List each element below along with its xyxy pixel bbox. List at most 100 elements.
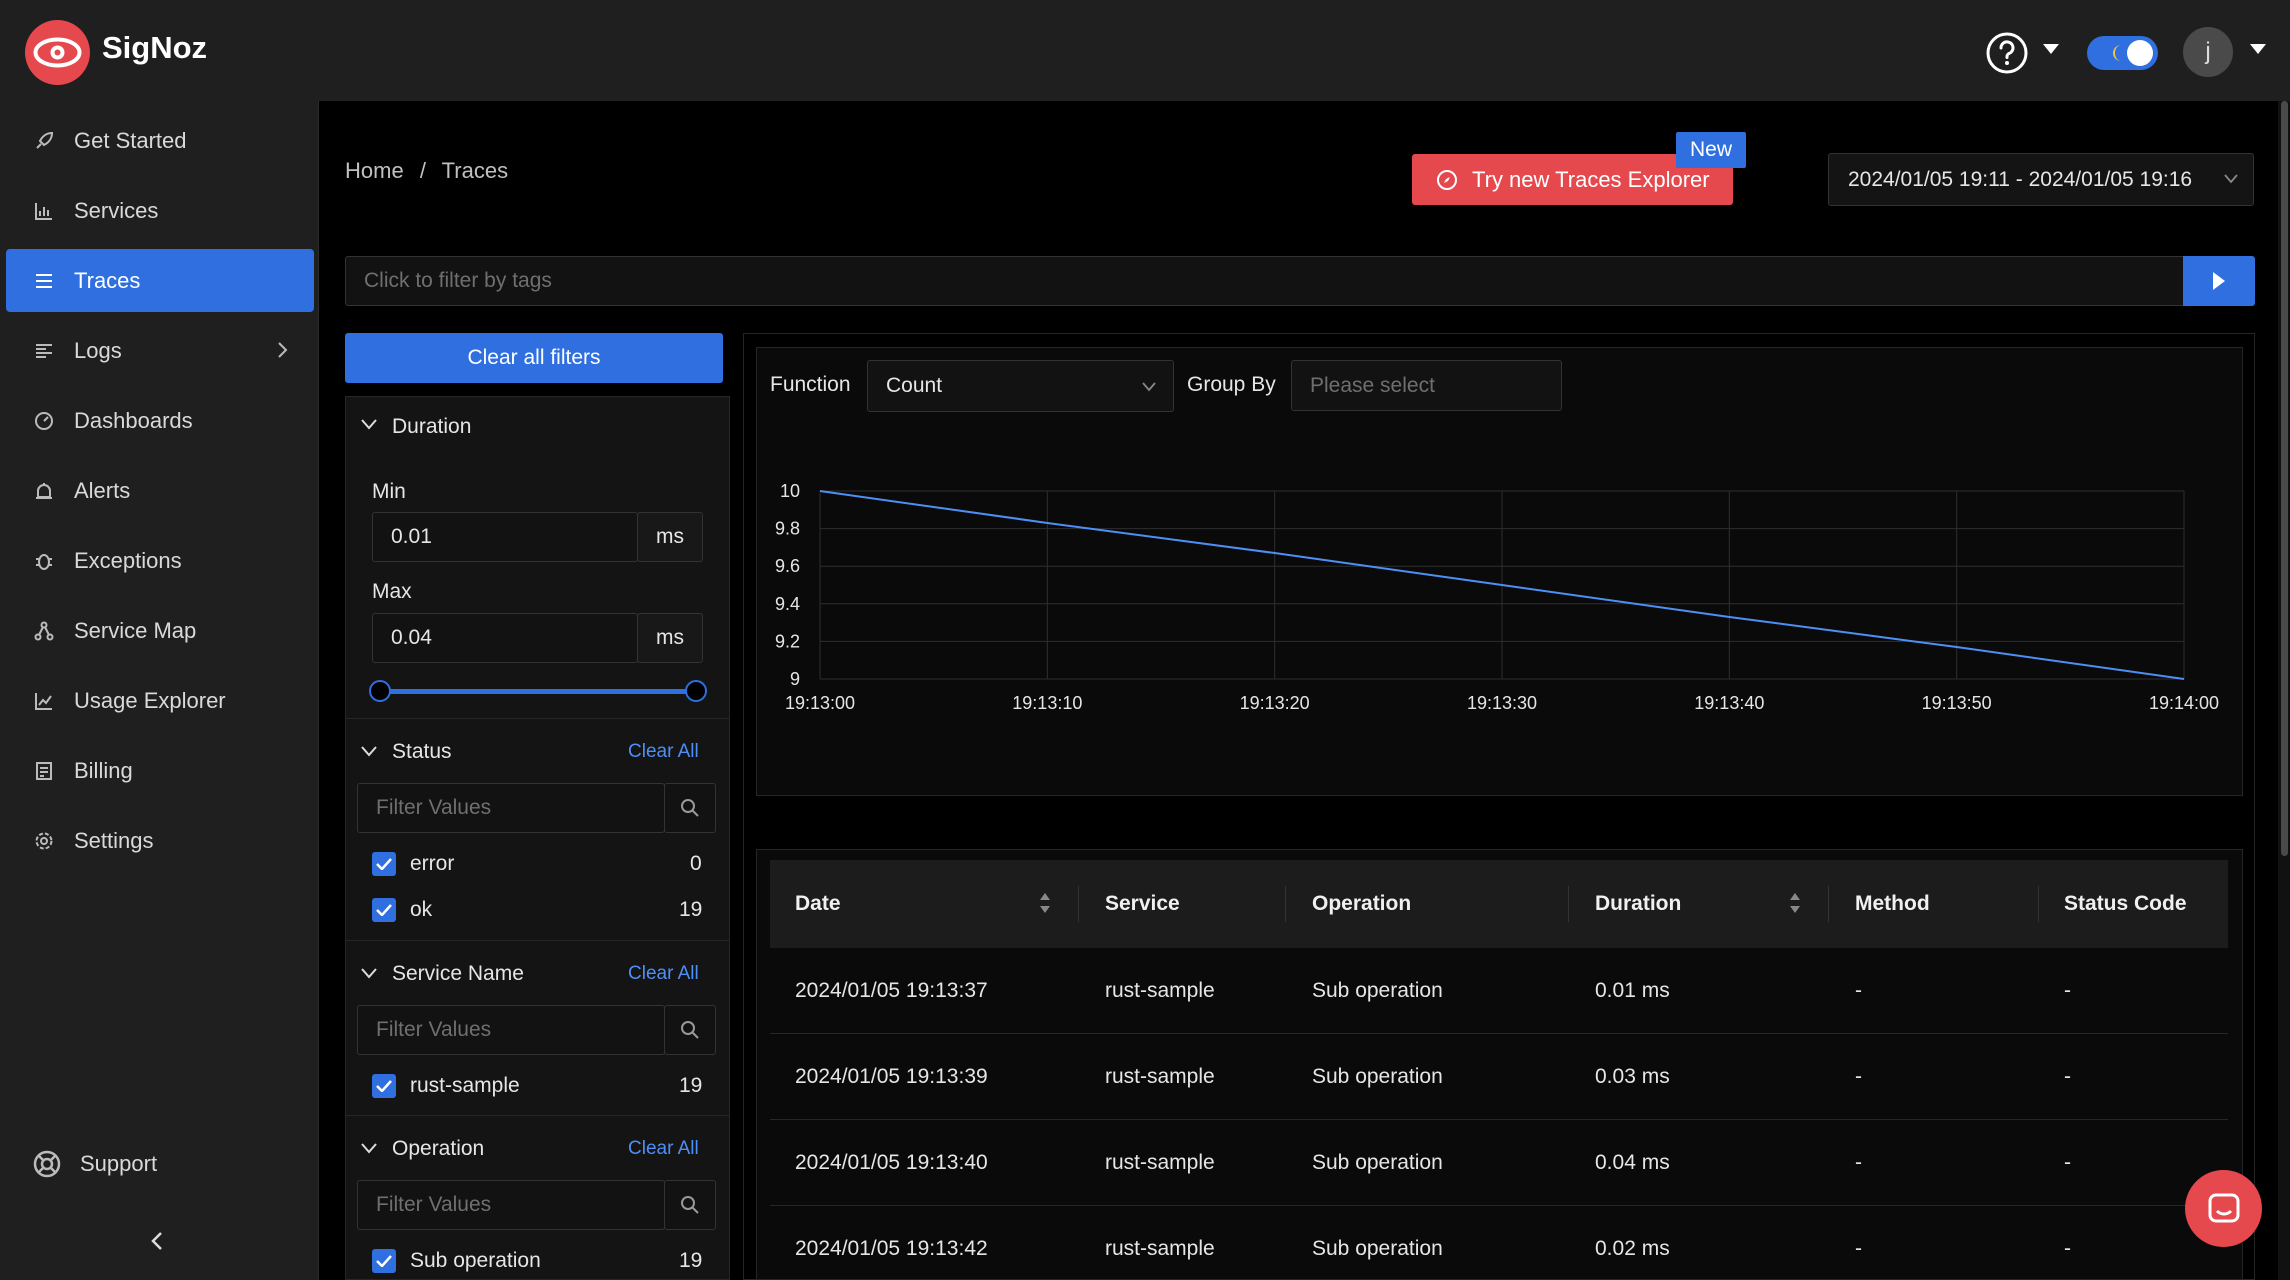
operation-filter-placeholder: Filter Values	[376, 1193, 492, 1216]
help-icon[interactable]	[1986, 32, 2028, 74]
status-clear-all-link[interactable]: Clear All	[628, 741, 699, 763]
chart-x-tick-label: 19:13:40	[1694, 693, 1764, 713]
clear-all-filters-button[interactable]: Clear all filters	[345, 333, 723, 383]
cell-status-code: -	[2064, 979, 2071, 1002]
duration-title[interactable]: Duration	[392, 415, 471, 439]
toggle-knob	[2127, 40, 2153, 66]
sidebar-item-billing[interactable]: Billing	[6, 739, 314, 802]
operation-title[interactable]: Operation	[392, 1137, 484, 1161]
column-divider	[1568, 886, 1569, 922]
help-chevron-down-icon[interactable]	[2043, 44, 2059, 56]
duration-collapse-icon[interactable]	[360, 418, 378, 430]
scrollbar-thumb[interactable]	[2281, 101, 2288, 856]
sidebar-item-service-map[interactable]: Service Map	[6, 599, 314, 662]
user-chevron-down-icon[interactable]	[2250, 44, 2266, 56]
chart-y-tick-label: 9.8	[775, 519, 800, 539]
duration-slider-min-handle[interactable]	[369, 680, 391, 702]
sort-icon[interactable]	[1039, 892, 1051, 914]
user-avatar[interactable]: j	[2183, 27, 2233, 77]
trace-count-chart: 10 9.8 9.6 9.4 9.2 9 19:13:00 19:13:10 19:13:20 1…	[756, 460, 2243, 730]
new-badge: New	[1676, 132, 1746, 168]
support-button[interactable]: Support	[6, 1132, 314, 1195]
sidebar-item-label: Services	[74, 197, 159, 223]
cell-service: rust-sample	[1105, 1151, 1215, 1174]
line-chart-icon	[32, 689, 56, 713]
sidebar-item-label: Dashboards	[74, 407, 193, 433]
sidebar-item-label: Service Map	[74, 617, 197, 643]
status-ok-checkbox[interactable]	[372, 898, 396, 922]
sidebar-item-dashboards[interactable]: Dashboards	[6, 389, 314, 452]
service-name-collapse-icon[interactable]	[360, 967, 378, 979]
sidebar-item-usage-explorer[interactable]: Usage Explorer	[6, 669, 314, 732]
alarm-icon	[32, 479, 56, 503]
cell-duration: 0.04 ms	[1595, 1151, 1670, 1174]
service-name-title[interactable]: Service Name	[392, 962, 524, 986]
column-header-label: Service	[1105, 892, 1180, 915]
cell-duration: 0.02 ms	[1595, 1237, 1670, 1260]
status-title[interactable]: Status	[392, 740, 452, 764]
table-row[interactable]: 2024/01/05 19:13:37 rust-sample Sub oper…	[770, 948, 2228, 1034]
collapse-sidebar-icon[interactable]	[150, 1231, 164, 1251]
theme-toggle[interactable]	[2087, 36, 2158, 70]
service-rust-sample-count: 19	[679, 1074, 703, 1097]
sidebar-item-services[interactable]: Services	[6, 179, 314, 242]
sort-icon[interactable]	[1789, 892, 1801, 914]
operation-filter-input[interactable]: Filter Values	[357, 1180, 665, 1230]
service-name-search-button[interactable]	[664, 1005, 716, 1055]
chevron-down-icon	[2224, 174, 2238, 184]
service-name-clear-all-link[interactable]: Clear All	[628, 963, 699, 985]
dashboard-icon	[32, 409, 56, 433]
breadcrumb-home[interactable]: Home	[345, 158, 404, 183]
table-row[interactable]: 2024/01/05 19:13:39 rust-sample Sub oper…	[770, 1034, 2228, 1120]
status-search-button[interactable]	[664, 783, 716, 833]
cell-date: 2024/01/05 19:13:40	[795, 1151, 988, 1174]
tag-filter-placeholder: Click to filter by tags	[364, 269, 552, 292]
chat-support-button[interactable]	[2185, 1170, 2262, 1247]
sidebar-item-alerts[interactable]: Alerts	[6, 459, 314, 522]
duration-slider-max-handle[interactable]	[685, 680, 707, 702]
min-duration-input[interactable]: 0.01	[372, 512, 638, 562]
group-by-label: Group By	[1187, 373, 1276, 396]
service-rust-sample-checkbox[interactable]	[372, 1074, 396, 1098]
chart-y-tick-label: 9	[790, 669, 800, 689]
group-by-select[interactable]: Please select	[1291, 360, 1562, 411]
cell-service: rust-sample	[1105, 1237, 1215, 1260]
divider	[345, 1115, 730, 1116]
function-select[interactable]: Count	[867, 360, 1174, 412]
try-traces-explorer-label: Try new Traces Explorer	[1472, 166, 1710, 192]
table-row[interactable]: 2024/01/05 19:13:40 rust-sample Sub oper…	[770, 1120, 2228, 1206]
signoz-logo-icon[interactable]	[25, 20, 90, 85]
chat-icon	[2207, 1192, 2241, 1226]
rocket-icon	[32, 129, 56, 153]
operation-sub-operation-checkbox[interactable]	[372, 1249, 396, 1273]
service-name-filter-input[interactable]: Filter Values	[357, 1005, 665, 1055]
time-range-picker[interactable]: 2024/01/05 19:11 - 2024/01/05 19:16	[1828, 153, 2254, 206]
operation-search-button[interactable]	[664, 1180, 716, 1230]
column-header-duration[interactable]: Duration	[1595, 860, 1681, 948]
duration-slider-track[interactable]	[380, 689, 696, 694]
column-header-date[interactable]: Date	[795, 860, 841, 948]
column-header-label: Duration	[1595, 892, 1682, 915]
sidebar-item-traces[interactable]: Traces	[6, 249, 314, 312]
page-scrollbar[interactable]	[2278, 101, 2290, 1280]
operation-clear-all-link[interactable]: Clear All	[628, 1138, 699, 1160]
column-divider	[2038, 886, 2039, 922]
chart-x-tick-label: 19:14:00	[2149, 693, 2219, 713]
run-query-button[interactable]	[2183, 256, 2255, 306]
status-filter-input[interactable]: Filter Values	[357, 783, 665, 833]
sidebar-item-logs[interactable]: Logs	[6, 319, 314, 382]
table-row[interactable]: 2024/01/05 19:13:42 rust-sample Sub oper…	[770, 1206, 2228, 1280]
tag-filter-input[interactable]: Click to filter by tags	[345, 256, 2185, 306]
sidebar-item-exceptions[interactable]: Exceptions	[6, 529, 314, 592]
support-label: Support	[80, 1150, 158, 1176]
moon-icon	[2111, 44, 2125, 62]
app-name[interactable]: SigNoz	[102, 30, 207, 66]
operation-collapse-icon[interactable]	[360, 1142, 378, 1154]
status-collapse-icon[interactable]	[360, 745, 378, 757]
sidebar-item-settings[interactable]: Settings	[6, 809, 314, 872]
bug-icon	[32, 549, 56, 573]
sidebar-item-get-started[interactable]: Get Started	[6, 109, 314, 172]
max-duration-input[interactable]: 0.04	[372, 613, 638, 663]
divider	[345, 718, 730, 719]
status-error-checkbox[interactable]	[372, 852, 396, 876]
